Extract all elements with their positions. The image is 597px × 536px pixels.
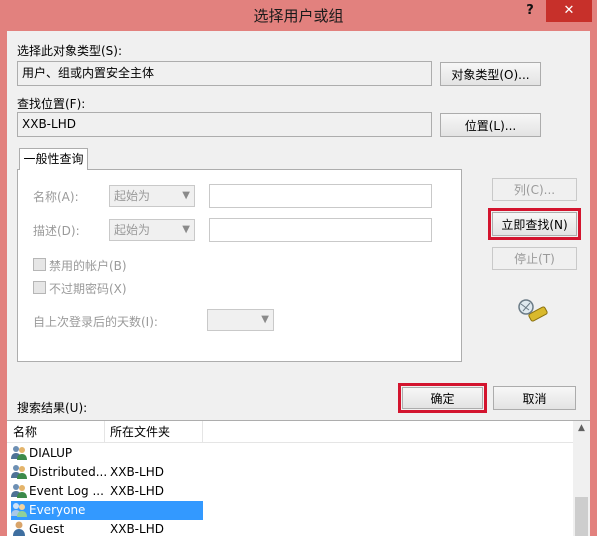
window-title: 选择用户或组 (253, 7, 344, 25)
object-types-button[interactable]: 对象类型(O)... (440, 62, 541, 86)
results-scrollbar[interactable]: ▲ (573, 421, 590, 536)
row-name-text: Event Log ... (29, 484, 104, 498)
search-results-list[interactable]: 名称 所在文件夹 DIALUP Distributed... XXB-LHD E… (7, 420, 590, 536)
group-icon (11, 484, 27, 498)
location-label: 查找位置(F): (17, 97, 86, 111)
help-button[interactable]: ? (518, 0, 542, 22)
row-name-text: DIALUP (29, 446, 73, 460)
close-button[interactable]: ✕ (546, 0, 592, 22)
location-field: XXB-LHD (17, 112, 432, 137)
column-divider[interactable] (202, 421, 203, 443)
description-label: 描述(D): (33, 224, 80, 238)
row-name: Event Log ... (11, 482, 104, 501)
user-icon (13, 521, 25, 536)
row-name: Everyone (11, 501, 203, 520)
days-since-login-label: 自上次登录后的天数(I): (33, 315, 158, 329)
search-flashlight-icon (518, 299, 548, 322)
find-now-button[interactable]: 立即查找(N) (488, 208, 581, 240)
description-mode-value: 起始为 (114, 223, 151, 237)
scrollbar-thumb[interactable] (575, 497, 588, 536)
locations-button[interactable]: 位置(L)... (440, 113, 541, 137)
dialog-client: 选择此对象类型(S): 用户、组或内置安全主体 对象类型(O)... 查找位置(… (7, 31, 590, 536)
group-icon (11, 446, 27, 460)
days-since-login-select[interactable]: ▼ (207, 309, 274, 331)
row-name-text: Guest (29, 522, 65, 536)
column-header-folder[interactable]: 所在文件夹 (104, 421, 202, 443)
name-label: 名称(A): (33, 190, 79, 204)
row-name-text: Distributed... (29, 465, 108, 479)
chevron-down-icon: ▼ (182, 224, 190, 235)
disabled-accounts-checkbox[interactable] (33, 258, 46, 271)
stop-button[interactable]: 停止(T) (492, 247, 577, 270)
no-expire-password-label: 不过期密码(X) (49, 282, 127, 296)
object-type-field: 用户、组或内置安全主体 (17, 61, 432, 86)
group-icon (11, 465, 27, 479)
description-input[interactable] (209, 218, 432, 242)
row-name-text: Everyone (29, 503, 86, 517)
no-expire-password-checkbox[interactable] (33, 281, 46, 294)
dialog-window: 选择用户或组 ? ✕ 选择此对象类型(S): 用户、组或内置安全主体 对象类型(… (0, 0, 597, 536)
group-icon (11, 503, 27, 517)
chevron-down-icon: ▼ (261, 314, 269, 325)
columns-button[interactable]: 列(C)... (492, 178, 577, 201)
table-row[interactable]: Event Log ... XXB-LHD (7, 482, 573, 501)
general-query-panel: 名称(A): 起始为 ▼ 描述(D): 起始为 ▼ 禁用的帐户(B) 不过期密码… (17, 169, 462, 362)
table-row[interactable]: Distributed... XXB-LHD (7, 463, 573, 482)
object-type-label: 选择此对象类型(S): (17, 44, 123, 58)
title-bar[interactable]: 选择用户或组 ? ✕ (0, 0, 597, 30)
cancel-button[interactable]: 取消 (493, 386, 576, 410)
row-folder: XXB-LHD (110, 522, 164, 536)
row-folder: XXB-LHD (110, 465, 164, 479)
row-name: Distributed... (11, 463, 107, 482)
description-mode-select[interactable]: 起始为 ▼ (109, 219, 195, 241)
tab-general-query[interactable]: 一般性查询 (19, 148, 88, 170)
row-name: Guest (11, 520, 64, 536)
disabled-accounts-label: 禁用的帐户(B) (49, 259, 127, 273)
scroll-up-icon[interactable]: ▲ (573, 423, 590, 433)
row-folder: XXB-LHD (110, 484, 164, 498)
search-results-label: 搜索结果(U): (17, 401, 88, 415)
row-name: DIALUP (11, 444, 72, 463)
chevron-down-icon: ▼ (182, 190, 190, 201)
table-row-selected[interactable]: Everyone (7, 501, 573, 520)
column-header-name[interactable]: 名称 (7, 421, 104, 443)
results-header: 名称 所在文件夹 (7, 421, 573, 443)
name-input[interactable] (209, 184, 432, 208)
name-mode-value: 起始为 (114, 189, 151, 203)
table-row[interactable]: DIALUP (7, 444, 573, 463)
name-mode-select[interactable]: 起始为 ▼ (109, 185, 195, 207)
table-row[interactable]: Guest XXB-LHD (7, 520, 573, 536)
ok-button[interactable]: 确定 (398, 383, 487, 413)
